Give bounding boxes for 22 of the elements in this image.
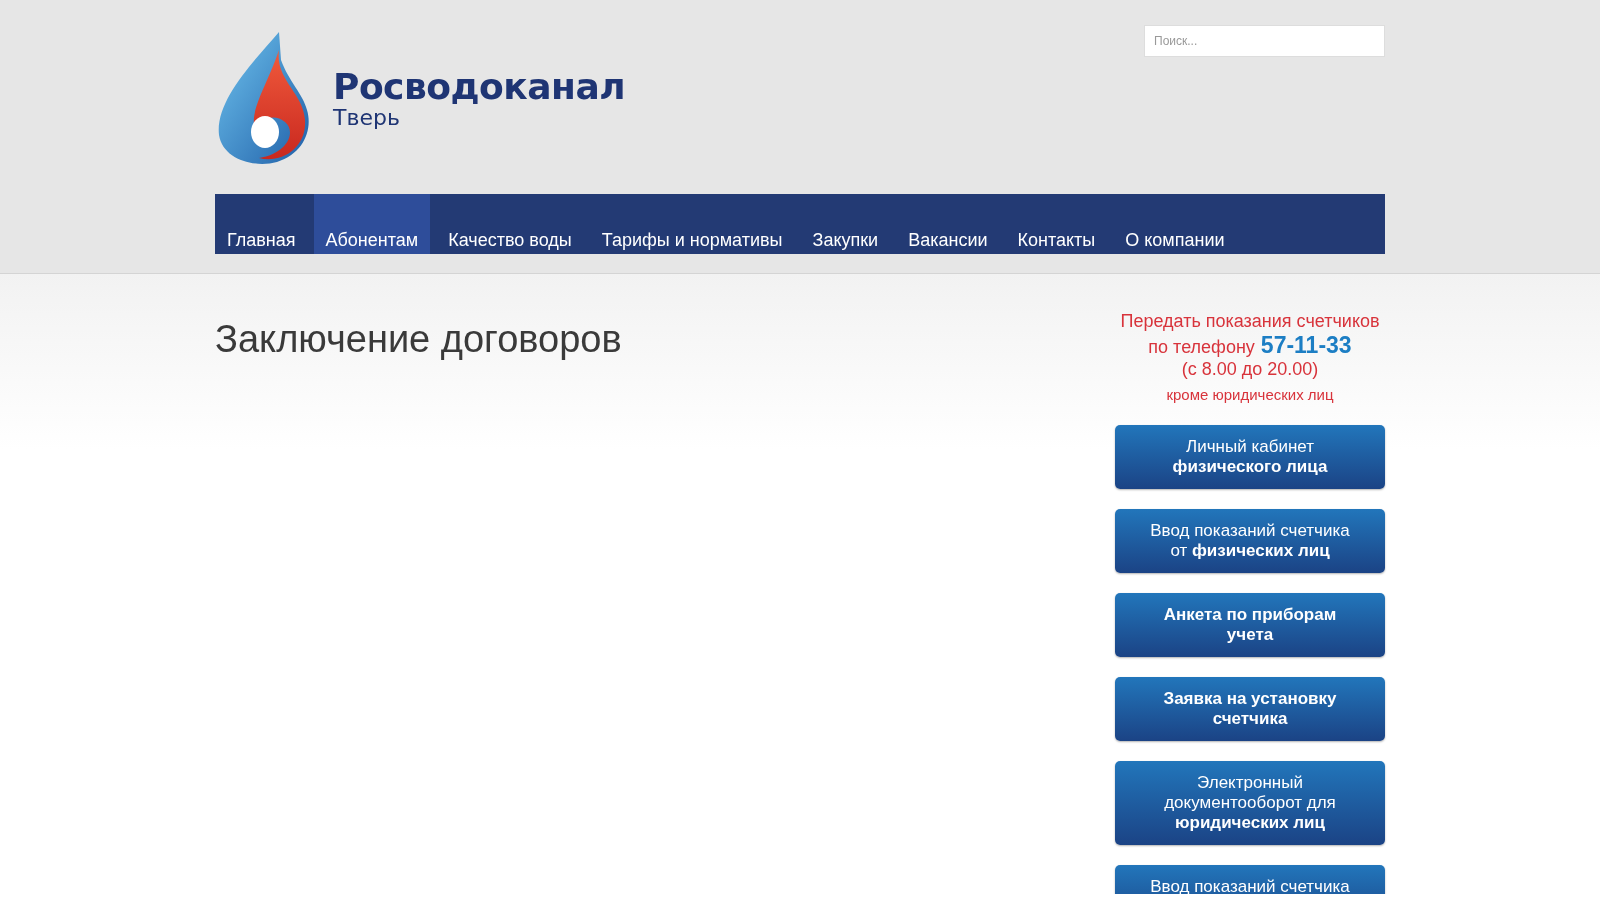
notice-text: по телефону <box>1148 337 1255 358</box>
nav-tab[interactable]: Качество воды <box>436 194 584 254</box>
notice-hours: (с 8.00 до 20.00) <box>1181 359 1319 380</box>
nav-tab[interactable]: Контакты <box>1005 194 1108 254</box>
nav-tab[interactable]: Главная <box>215 194 308 254</box>
search-field[interactable]: Поиск... <box>1144 25 1385 57</box>
sidebar-button[interactable]: Заявка на установку счетчика <box>1115 677 1385 741</box>
nav-tab[interactable]: О компании <box>1113 194 1237 254</box>
notice-note: кроме юридических лиц <box>1166 386 1334 403</box>
nav-tab[interactable]: Абонентам <box>313 194 431 254</box>
nav-tab[interactable]: Вакансии <box>896 194 1000 254</box>
nav-tab[interactable]: Тарифы и нормативы <box>589 194 795 254</box>
sidebar-button[interactable]: Ввод показаний счетчика от физических лиц <box>1115 509 1385 573</box>
phone-number: 57-11-33 <box>1260 332 1352 359</box>
logo-title: Росводоканал <box>333 66 626 107</box>
page-title: Заключение договоров <box>215 318 622 362</box>
nav-tab[interactable]: Закупки <box>800 194 891 254</box>
sidebar-button[interactable]: Анкета по приборам учета <box>1115 593 1385 657</box>
sidebar-button[interactable]: Электронный документооборот для юридических лиц <box>1115 761 1385 845</box>
sidebar-button[interactable]: Личный кабинет физического лица <box>1115 425 1385 489</box>
logo-subtitle: Тверь <box>333 105 401 130</box>
notice-text: Передать показания счетчиков <box>1120 311 1380 332</box>
